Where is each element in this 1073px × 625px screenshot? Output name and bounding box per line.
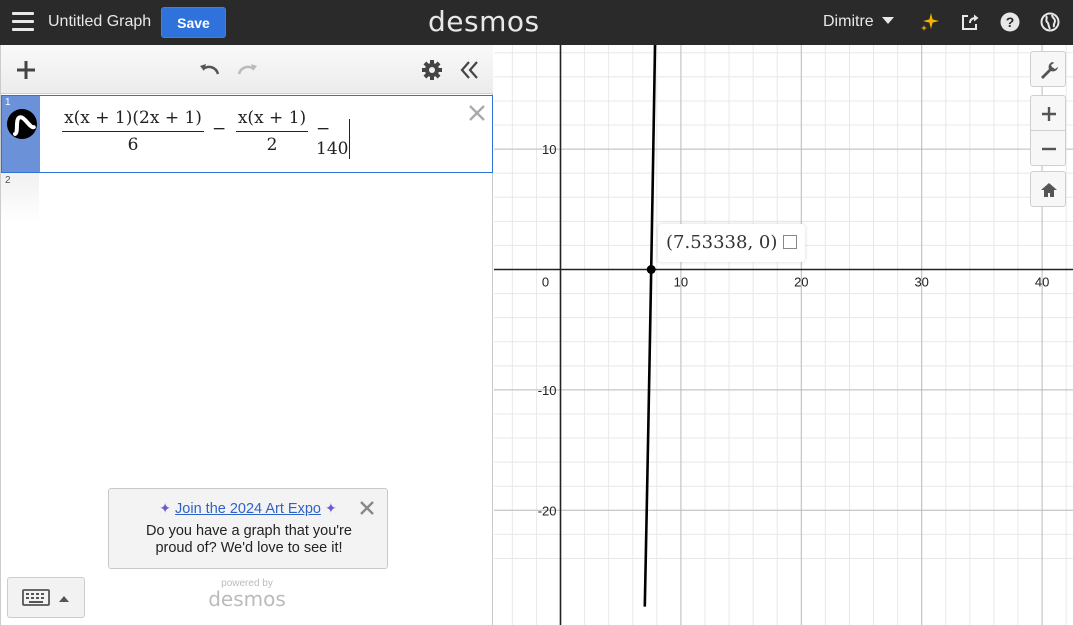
empty-expression-row[interactable]: 2 [1, 173, 39, 223]
keyboard-toggle-button[interactable] [7, 577, 85, 618]
powered-by-desmos: powered by desmos [207, 578, 287, 611]
y-tick-label: -20 [538, 503, 557, 518]
user-menu[interactable]: Dimitre [823, 13, 894, 31]
graph-title[interactable]: Untitled Graph [48, 13, 151, 31]
desmos-logo: desmos [428, 5, 540, 38]
fraction-numerator: x(x + 1) [237, 108, 307, 128]
expression-row[interactable]: 1 x(x + 1)(2x + 1) 6 − x(x + 1) 2 − 140 [1, 95, 493, 173]
promo-body: Do you have a graph that you're proud of… [146, 523, 352, 556]
expression-panel: 1 x(x + 1)(2x + 1) 6 − x(x + 1) 2 − 140 [0, 45, 493, 625]
settings-icon[interactable] [420, 58, 444, 82]
user-name: Dimitre [823, 13, 874, 30]
help-icon[interactable]: ? [1000, 12, 1020, 32]
hamburger-menu-icon[interactable] [12, 12, 34, 32]
expression-gutter: 1 [2, 96, 40, 172]
sparkle-icon[interactable] [920, 12, 940, 32]
keyboard-icon [22, 589, 50, 606]
graph-color-toggle-icon[interactable] [7, 109, 37, 139]
home-icon [1041, 183, 1057, 197]
promo-title: ✦ Join the 2024 Art Expo ✦ [109, 500, 387, 517]
expression-tail: − 140 [316, 119, 351, 159]
expression-index: 1 [5, 97, 11, 108]
point-coordinate-text: (7.53338, 0) [666, 232, 778, 253]
y-tick-label: -10 [538, 383, 557, 398]
globe-icon[interactable] [1040, 12, 1060, 32]
fraction: x(x + 1) 2 [236, 108, 308, 155]
chevron-down-icon [881, 17, 894, 24]
close-icon[interactable] [359, 500, 375, 516]
expression-index: 2 [5, 175, 11, 186]
art-expo-link[interactable]: Join the 2024 Art Expo [175, 501, 321, 517]
x-tick-label: 20 [794, 275, 808, 290]
undo-icon[interactable] [197, 58, 221, 82]
fraction-denominator: 2 [266, 135, 278, 155]
collapse-icon[interactable] [457, 58, 481, 82]
sparkle-icon: ✦ [324, 500, 337, 516]
graph-settings-button[interactable] [1030, 51, 1066, 87]
art-expo-promo: ✦ Join the 2024 Art Expo ✦ Do you have a… [108, 488, 388, 569]
close-icon[interactable] [467, 103, 487, 123]
function-curve [643, 45, 657, 607]
powered-by-logo: desmos [208, 587, 286, 611]
zoom-out-button[interactable] [1030, 130, 1066, 166]
graph-canvas[interactable]: 0 10 20 30 40 10 -10 -20 [494, 45, 1073, 625]
zoom-out-icon [1042, 147, 1056, 151]
save-button[interactable]: Save [161, 7, 226, 38]
graph-svg: 0 10 20 30 40 10 -10 -20 [494, 45, 1073, 625]
root-point [646, 265, 656, 274]
x-tick-label: 0 [542, 275, 549, 290]
minus-operator: − [212, 119, 227, 139]
x-tick-label: 30 [914, 275, 928, 290]
svg-text:?: ? [1006, 14, 1015, 30]
fraction-denominator: 6 [127, 135, 139, 155]
x-tick-label: 40 [1035, 275, 1049, 290]
add-icon[interactable] [14, 58, 38, 82]
zoom-in-button[interactable] [1030, 95, 1066, 131]
fraction-numerator: x(x + 1)(2x + 1) [64, 108, 202, 128]
top-bar: Untitled Graph Save desmos Dimitre ? [0, 0, 1073, 45]
sparkle-icon: ✦ [159, 500, 172, 516]
point-coordinate-label[interactable]: (7.53338, 0) [658, 224, 806, 262]
wrench-icon [1041, 62, 1058, 79]
fraction: x(x + 1)(2x + 1) 6 [62, 108, 204, 155]
y-tick-label: 10 [542, 142, 556, 157]
x-tick-label: 10 [674, 275, 688, 290]
chevron-up-icon [59, 596, 69, 602]
zoom-in-icon [1042, 107, 1056, 121]
copy-icon[interactable] [783, 235, 798, 249]
expression-toolbar [1, 45, 493, 94]
share-icon[interactable] [960, 12, 980, 32]
default-viewport-button[interactable] [1030, 171, 1066, 207]
redo-icon[interactable] [236, 58, 260, 82]
